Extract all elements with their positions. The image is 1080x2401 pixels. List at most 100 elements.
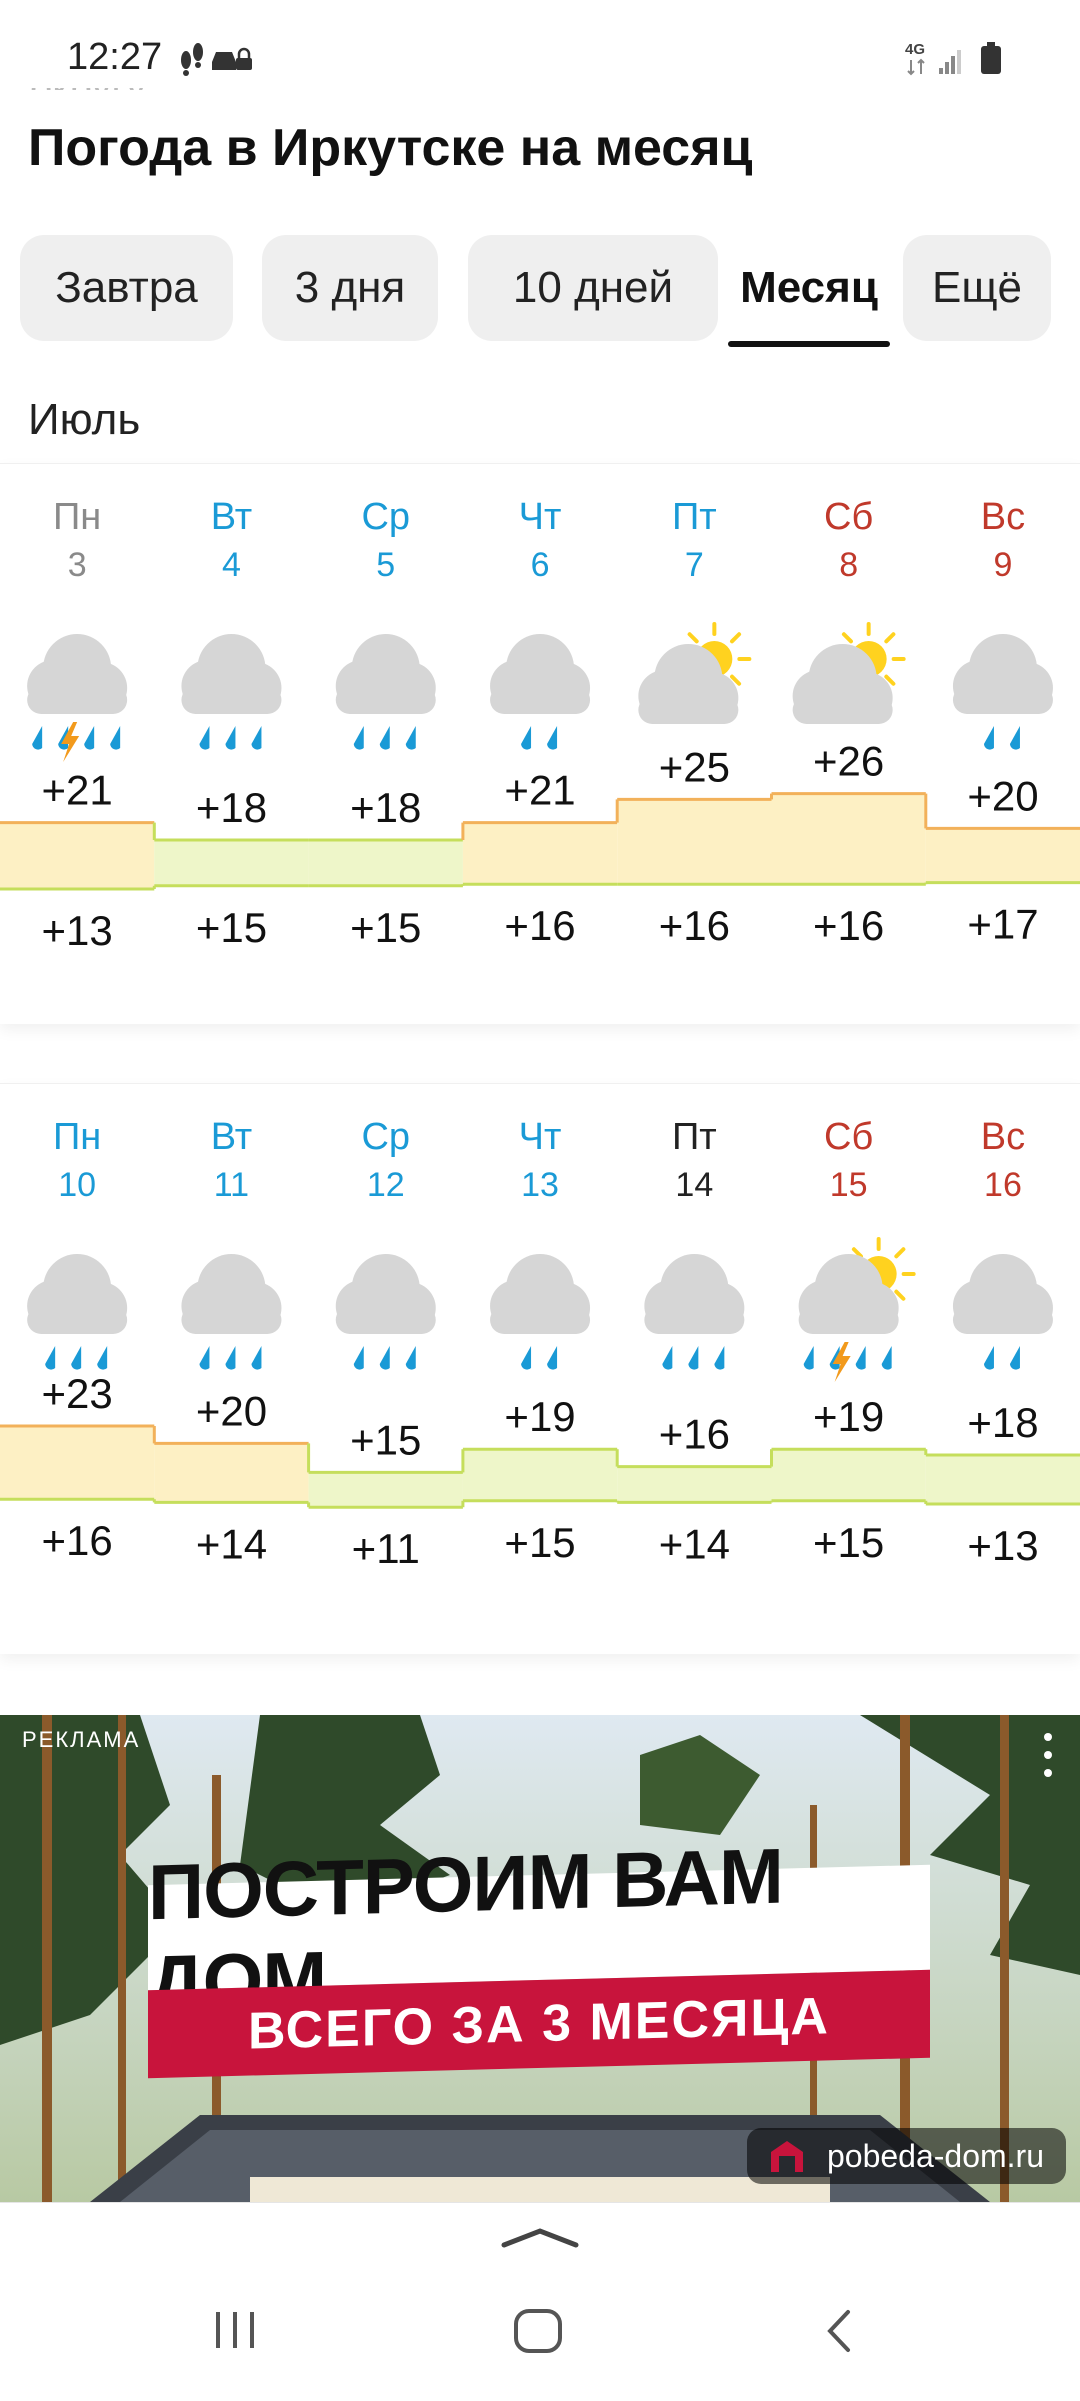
temperature-band [617,799,772,885]
tab-3-days[interactable]: 3 дня [262,235,438,341]
low-temperature: +13 [967,1522,1038,1569]
high-temperature: +19 [504,1393,575,1440]
week-forecast-2: Пн 10 +23 +16 Вт 11 +20 +14 Ср 12 +15 +11 Чт 13 +19 +15… [0,1116,1080,1572]
day-column[interactable]: Вс 9 +20 +17 [924,496,1080,948]
cloud-heavy-rain-icon [27,1254,128,1370]
day-column[interactable]: Вт 4 +18 +15 [152,496,309,951]
day-of-week: Вт [211,496,253,538]
day-date: 5 [376,546,395,584]
recent-apps-icon[interactable] [210,2308,260,2352]
status-bar: 12:27 4G [0,0,1080,88]
high-temperature: +15 [350,1416,421,1463]
footsteps-icon [181,43,203,76]
day-of-week: Ср [361,1116,410,1158]
day-of-week: Вс [981,1116,1025,1158]
day-date: 9 [993,546,1012,584]
day-column[interactable]: Сб 8 +26 +16 [770,496,926,949]
day-date: 13 [521,1166,559,1204]
temperature-band [462,1449,618,1501]
high-temperature: +21 [504,767,575,814]
low-temperature: +11 [352,1525,420,1572]
cloud-thunderstorm-icon [27,634,128,762]
tab-month[interactable]: Месяц [722,235,896,347]
day-date: 16 [984,1166,1022,1204]
day-column[interactable]: Чт 13 +19 +15 [461,1116,618,1566]
day-column[interactable]: Пт 14 +16 +14 [615,1116,772,1567]
day-column[interactable]: Ср 12 +15 +11 [307,1116,463,1572]
page-title: Погода в Иркутске на месяц [28,119,753,177]
cloud-rain-icon [490,634,591,750]
day-column[interactable]: Ср 5 +18 +15 [308,496,463,951]
day-date: 6 [531,546,550,584]
day-column[interactable]: Пн 10 +23 +16 [0,1116,155,1564]
day-date: 11 [214,1166,249,1204]
temperature-band [462,822,618,885]
status-time: 12:27 [67,36,163,78]
day-of-week: Чт [519,1116,562,1158]
day-of-week: Ср [361,496,410,538]
day-column[interactable]: Чт 6 +21 +16 [461,496,618,949]
ad-label: РЕКЛАМА [22,1727,141,1752]
day-column[interactable]: Сб 15 +19 +15 [770,1116,926,1566]
cloud-heavy-rain-icon [181,1254,282,1370]
tab-tomorrow[interactable]: Завтра [20,235,233,341]
temperature-band [771,793,926,885]
notification-icons [178,40,258,81]
high-temperature: +21 [42,767,113,814]
day-date: 4 [222,546,241,584]
low-temperature: +16 [504,902,575,949]
high-temperature: +26 [813,738,884,785]
low-temperature: +17 [967,901,1038,948]
ad-domain-link[interactable]: pobeda-dom.ru [746,2128,1066,2184]
day-of-week: Вс [981,496,1025,538]
partly-cloudy-icon [638,622,752,724]
high-temperature: +20 [196,1387,267,1434]
high-temperature: +18 [350,784,421,831]
ad-domain-text: pobeda-dom.ru [826,2137,1044,2174]
high-temperature: +23 [42,1370,113,1417]
tab-more[interactable]: Ещё [903,235,1051,341]
day-of-week: Сб [824,496,873,538]
tab-10-days[interactable]: 10 дней [468,235,718,341]
advertisement-banner[interactable]: РЕКЛАМА ПОСТРОИМ ВАМ ДОМ ВСЕГО ЗА 3 МЕСЯ… [0,1715,1080,2202]
low-temperature: +16 [813,902,884,949]
back-icon[interactable] [822,2308,858,2354]
temperature-band [771,1449,926,1501]
day-of-week: Пт [672,496,717,538]
week-card-1: Пн 3 +21 +13 Вт 4 +18 +15 Ср 5 +18 +15 Чт 6 +21 +16 Пт 7 +… [0,463,1080,1024]
cloud-rain-icon [952,634,1053,750]
day-date: 14 [675,1166,713,1204]
battery-icon [981,42,1001,74]
ad-menu-icon[interactable] [1042,1733,1054,1787]
high-temperature: +25 [659,743,730,790]
partly-cloudy-icon [792,622,906,724]
day-column[interactable]: Пт 7 +25 +16 [615,496,772,949]
system-status-icons: 4G [905,38,1015,83]
day-column[interactable]: Пн 3 +21 +13 [0,496,155,954]
high-temperature: +20 [967,772,1038,819]
day-column[interactable]: Вт 11 +20 +14 [152,1116,309,1567]
high-temperature: +19 [813,1393,884,1440]
cloud-rain-icon [490,1254,591,1370]
day-date: 10 [58,1166,96,1204]
low-temperature: +15 [350,904,421,951]
expand-handle-icon[interactable] [500,2225,580,2249]
day-of-week: Пн [53,496,101,538]
cloud-rain-icon [952,1254,1053,1370]
cloud-heavy-rain-icon [335,1254,436,1370]
low-temperature: +15 [196,904,267,951]
day-date: 12 [367,1166,405,1204]
day-date: 15 [830,1166,868,1204]
car-lock-icon [212,47,252,70]
day-column[interactable]: Вс 16 +18 +13 [924,1116,1080,1569]
day-of-week: Сб [824,1116,873,1158]
low-temperature: +16 [42,1517,113,1564]
bottom-sheet [0,2202,1080,2401]
temperature-band [154,840,309,886]
home-icon[interactable] [512,2308,564,2354]
signal-icon [939,50,961,74]
day-date: 7 [685,546,704,584]
low-temperature: +14 [659,1520,730,1567]
network-4g-icon: 4G [905,41,925,76]
temperature-band [308,840,463,886]
